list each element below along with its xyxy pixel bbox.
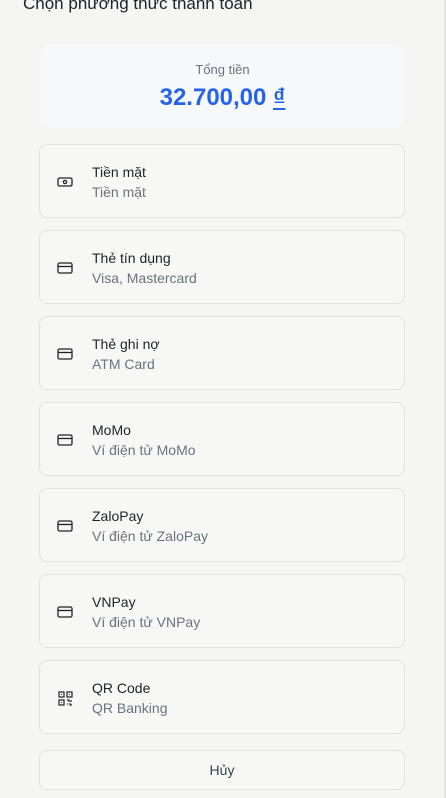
payment-method-name: MoMo	[92, 422, 131, 438]
payment-method-description: Ví điện tử MoMo	[92, 442, 196, 458]
payment-method-description: ATM Card	[92, 356, 155, 372]
payment-method-momo[interactable]: MoMo Ví điện tử MoMo	[39, 402, 405, 476]
credit-card-icon	[56, 259, 74, 277]
cash-icon	[56, 173, 74, 191]
total-summary: Tổng tiền 32.700,00 ₫	[40, 44, 405, 128]
credit-card-icon	[56, 517, 74, 535]
payment-method-description: Ví điện tử ZaloPay	[92, 528, 208, 544]
payment-method-vnpay[interactable]: VNPay Ví điện tử VNPay	[39, 574, 405, 648]
total-amount-value: 32.700,00	[159, 84, 267, 111]
payment-method-cash[interactable]: Tiền mặt Tiền mặt	[39, 144, 405, 218]
payment-method-name: Thẻ tín dụng	[92, 250, 171, 266]
qr-code-icon	[56, 689, 74, 707]
payment-method-debit-card[interactable]: Thẻ ghi nợ ATM Card	[39, 316, 405, 390]
payment-method-name: ZaloPay	[92, 508, 144, 524]
page-title: Chọn phương thức thanh toán	[23, 0, 253, 13]
credit-card-icon	[56, 345, 74, 363]
payment-method-description: QR Banking	[92, 700, 168, 716]
payment-method-name: VNPay	[92, 594, 136, 610]
currency-symbol: ₫	[273, 84, 286, 111]
total-amount: 32.700,00 ₫	[40, 83, 405, 113]
payment-method-zalopay[interactable]: ZaloPay Ví điện tử ZaloPay	[39, 488, 405, 562]
credit-card-icon	[56, 431, 74, 449]
payment-method-description: Ví điện tử VNPay	[92, 614, 201, 630]
payment-method-description: Visa, Mastercard	[92, 270, 197, 286]
cancel-button[interactable]: Hủy	[39, 750, 405, 790]
total-label: Tổng tiền	[195, 62, 250, 77]
payment-method-list: Tiền mặt Tiền mặt Thẻ tín dụng Visa, Mas…	[39, 144, 405, 746]
payment-method-name: Thẻ ghi nợ	[92, 336, 160, 352]
payment-method-description: Tiền mặt	[92, 184, 146, 200]
payment-method-name: Tiền mặt	[92, 164, 146, 180]
payment-method-credit-card[interactable]: Thẻ tín dụng Visa, Mastercard	[39, 230, 405, 304]
payment-method-name: QR Code	[92, 680, 151, 696]
credit-card-icon	[56, 603, 74, 621]
payment-method-qr-code[interactable]: QR Code QR Banking	[39, 660, 405, 734]
